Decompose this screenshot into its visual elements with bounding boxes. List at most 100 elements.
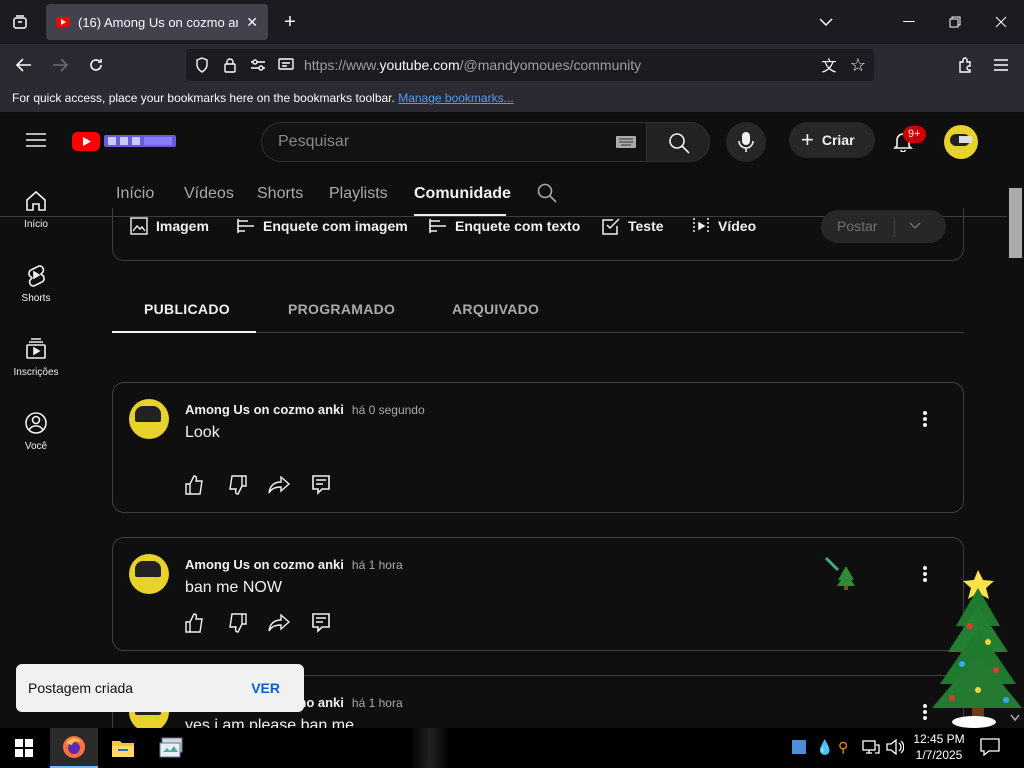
url-prefix: https://www. [304,57,380,73]
compose-image-button[interactable]: Imagem [130,217,209,235]
guide-menu-icon[interactable] [26,132,46,148]
like-icon[interactable] [183,473,207,497]
translate-icon[interactable]: 文 [820,57,838,75]
manage-bookmarks-link[interactable]: Manage bookmarks... [398,91,513,105]
compose-quiz-button[interactable]: Teste [602,217,664,235]
compose-text-poll-label: Enquete com texto [455,218,581,234]
post-button-divider [894,217,895,237]
rail-home[interactable]: Início [0,189,72,230]
post-actions [183,611,333,635]
system-clock[interactable]: 12:45 PM 1/7/2025 [908,731,970,763]
forward-arrow-icon[interactable] [48,54,72,76]
post-author[interactable]: Among Us on cozmo anki há 0 segundo [185,402,425,417]
snackbar-toast: Postagem criada VER [16,664,304,712]
chevron-down-icon[interactable] [816,12,836,32]
compose-text-poll-button[interactable]: Enquete com texto [429,217,580,235]
browser-tab-youtube[interactable]: (16) Among Us on cozmo anki ✕ [46,4,268,40]
post-button[interactable]: Postar [821,210,946,243]
chevron-down-icon[interactable] [909,222,921,230]
taskbar-app[interactable] [148,728,196,768]
tab-published[interactable]: PUBLICADO [144,301,230,317]
list-all-tabs-icon[interactable] [8,12,32,32]
youtube-logo[interactable] [72,131,178,151]
url-text[interactable]: https://www.youtube.com/@mandyomoues/com… [304,57,641,73]
tab-videos[interactable]: Vídeos [184,185,234,203]
voice-search-button[interactable] [726,122,766,162]
keyboard-icon[interactable] [616,135,636,149]
like-icon[interactable] [183,611,207,635]
tab-community[interactable]: Comunidade [414,185,511,203]
action-center-icon[interactable] [980,738,1002,758]
menu-hamburger-icon[interactable] [990,54,1012,76]
tray-network-icon[interactable] [862,739,880,755]
back-arrow-icon[interactable] [12,54,36,76]
dislike-icon[interactable] [225,611,249,635]
active-subtab-indicator [112,331,256,333]
shield-icon[interactable] [194,57,210,73]
video-icon [693,218,709,234]
lock-icon[interactable] [222,57,238,73]
rail-subscriptions[interactable]: Inscrições [0,337,72,378]
tab-archived[interactable]: ARQUIVADO [452,301,539,317]
toast-view-button[interactable]: VER [251,680,280,696]
shorts-icon [28,265,45,287]
taskbar-file-explorer[interactable] [99,728,147,768]
create-button[interactable]: + Criar [789,122,875,158]
window-close-icon[interactable] [990,12,1012,32]
avatar[interactable] [129,554,169,594]
search-input[interactable]: Pesquisar [261,122,647,162]
reload-icon[interactable] [84,54,108,76]
page-info-icon[interactable] [278,57,294,73]
compose-image-poll-button[interactable]: Enquete com imagem [237,217,408,235]
minimize-icon[interactable] [898,12,920,32]
search-button[interactable] [646,122,710,162]
account-avatar[interactable] [944,125,978,159]
avatar[interactable] [129,399,169,439]
post-time[interactable]: há 1 hora [352,696,403,710]
tray-volume-icon[interactable] [886,738,905,756]
post-time[interactable]: há 0 segundo [352,403,425,417]
rail-home-label: Início [24,219,48,230]
rail-you[interactable]: Você [0,411,72,452]
compose-video-label: Vídeo [718,218,757,234]
channel-search-icon[interactable] [537,183,559,205]
checkbox-icon [602,218,620,235]
new-tab-icon[interactable]: + [280,11,300,33]
comment-icon[interactable] [309,611,333,635]
taskbar-firefox[interactable] [50,728,98,768]
close-tab-icon[interactable]: ✕ [246,14,258,31]
start-button[interactable] [0,728,48,768]
restore-icon[interactable] [944,12,966,32]
bookmarks-hint: For quick access, place your bookmarks h… [12,91,395,105]
permissions-icon[interactable] [250,57,266,73]
app-window-icon [159,737,183,758]
tray-search-icon[interactable]: ⚲ [838,739,854,755]
poll-icon [429,219,446,233]
post-time[interactable]: há 1 hora [352,558,403,572]
microphone-icon [738,132,754,152]
tray-network-app-icon[interactable] [792,740,806,754]
bookmark-star-icon[interactable]: ☆ [848,55,868,75]
post-menu-icon[interactable] [913,407,937,431]
address-bar[interactable]: https://www.youtube.com/@mandyomoues/com… [186,49,874,81]
tab-home[interactable]: Início [116,185,154,203]
compose-video-button[interactable]: Vídeo [692,217,756,235]
tray-drop-icon[interactable]: 💧 [816,739,833,755]
dislike-icon[interactable] [225,473,249,497]
tab-playlists[interactable]: Playlists [329,185,388,203]
clock-date: 1/7/2025 [915,748,963,762]
tab-shorts[interactable]: Shorts [257,185,303,203]
scrollbar-thumb[interactable] [1009,188,1022,258]
share-icon[interactable] [267,473,291,497]
folder-icon [112,741,134,757]
tab-scheduled[interactable]: PROGRAMADO [288,301,395,317]
post-author-name: Among Us on cozmo anki [185,402,344,417]
extensions-icon[interactable] [954,54,976,76]
comment-icon[interactable] [309,473,333,497]
url-path: /@mandyomoues/community [459,57,642,73]
rail-shorts[interactable]: Shorts [0,263,72,304]
clock-time: 12:45 PM [913,732,965,746]
post-author[interactable]: Among Us on cozmo anki há 1 hora [185,557,403,572]
share-icon[interactable] [267,611,291,635]
home-icon [26,190,46,211]
